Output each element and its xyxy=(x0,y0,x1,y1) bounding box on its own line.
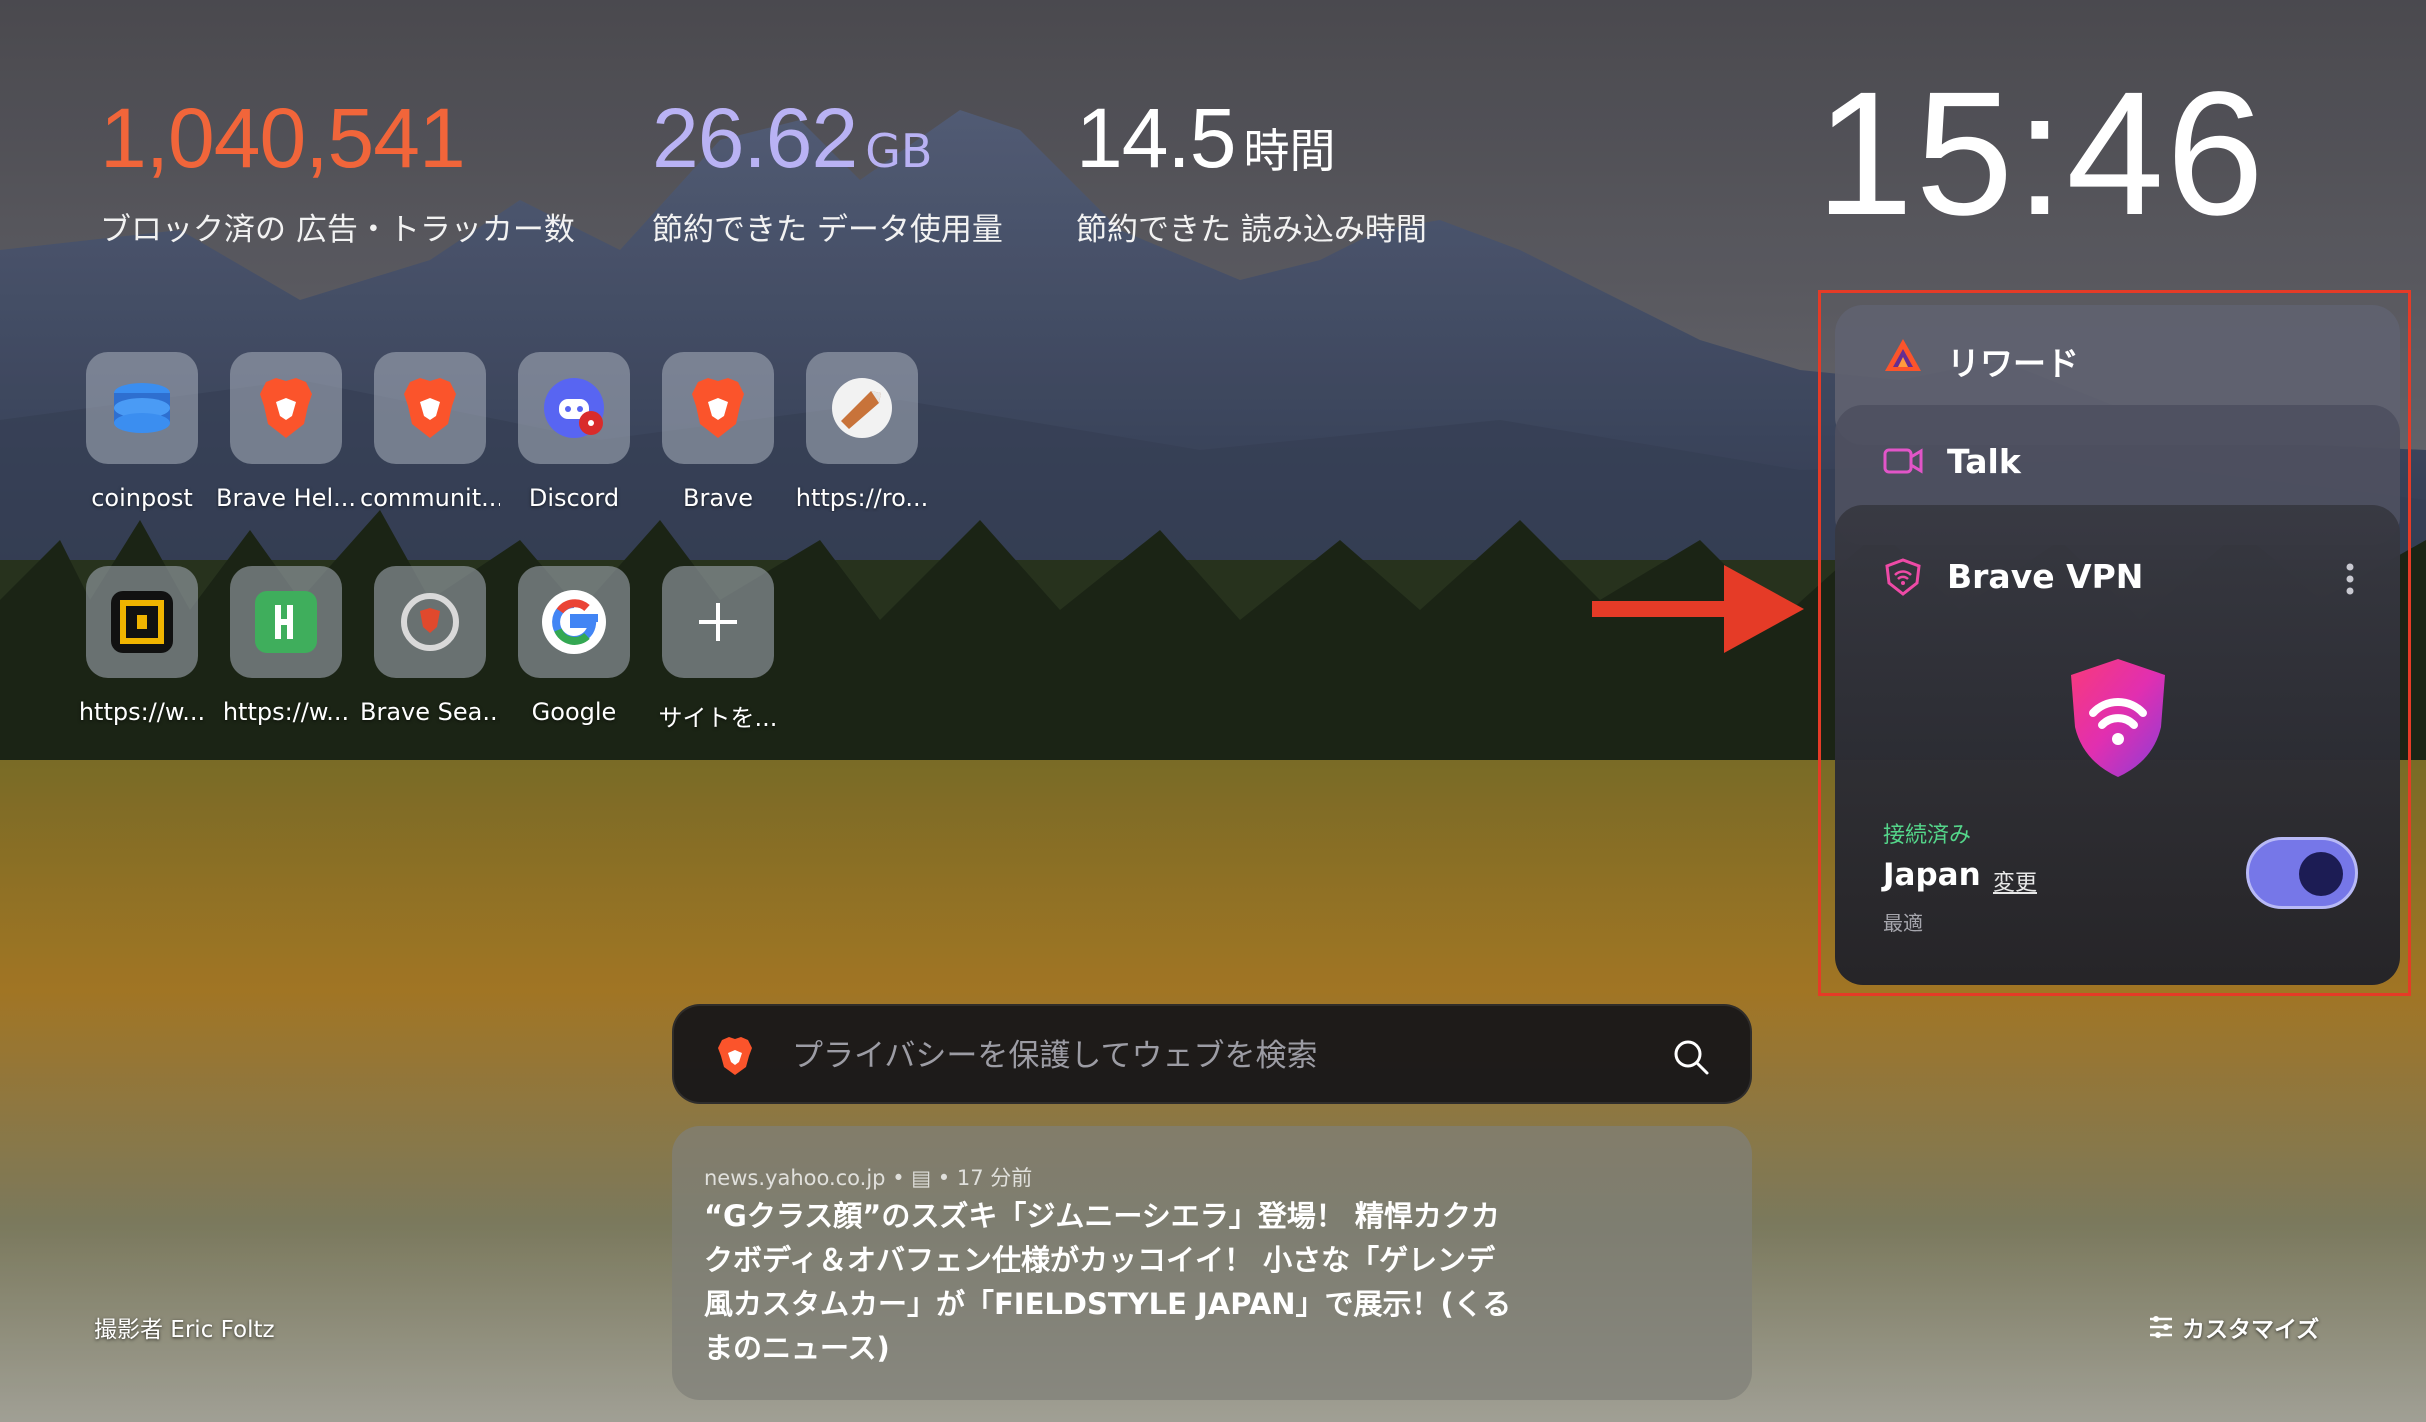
document-icon: ▤ xyxy=(911,1166,932,1190)
ads-blocked-count: 1,040,541 xyxy=(100,91,466,185)
annotation-highlight-box xyxy=(1818,290,2411,996)
coinpost-icon xyxy=(86,352,198,464)
separator-dot: • xyxy=(937,1166,957,1190)
top-site-label: https://w... xyxy=(222,698,350,726)
top-site-label: Google xyxy=(531,698,617,726)
brave-logo-icon xyxy=(718,1037,752,1075)
brave-lion-icon xyxy=(374,352,486,464)
brave-lion-icon xyxy=(662,352,774,464)
top-site-label: https://w... xyxy=(78,698,206,726)
time-saved-label: 節約できた 読み込み時間 xyxy=(1076,212,1427,248)
time-saved-unit: 時間 xyxy=(1243,124,1336,178)
rocket-icon xyxy=(806,352,918,464)
add-site-button[interactable]: サイトを... xyxy=(648,566,788,733)
search-input[interactable] xyxy=(792,1028,1612,1084)
plus-icon xyxy=(662,566,774,678)
top-site-tile[interactable]: Brave Sea... xyxy=(360,566,500,726)
top-site-label: Brave Hel... xyxy=(216,484,356,512)
customize-button[interactable]: カスタマイズ xyxy=(2148,1310,2319,1344)
top-site-label: Brave Sea... xyxy=(360,698,500,726)
data-saved-unit: GB xyxy=(865,124,933,178)
customize-label: カスタマイズ xyxy=(2182,1317,2320,1343)
top-site-tile[interactable]: https://w... xyxy=(216,566,356,726)
top-site-label: サイトを... xyxy=(658,704,778,732)
top-site-label: Discord xyxy=(528,484,620,512)
discord-icon xyxy=(518,352,630,464)
news-card[interactable]: news.yahoo.co.jp • ▤ • 17 分前 “Gクラス顔”のスズキ… xyxy=(672,1126,1752,1400)
grid-app-icon xyxy=(86,566,198,678)
data-saved-label: 節約できた データ使用量 xyxy=(652,212,1003,248)
search-icon[interactable] xyxy=(1672,1038,1710,1076)
photo-credit[interactable]: 撮影者 Eric Foltz xyxy=(94,1310,275,1344)
brave-search-icon xyxy=(374,566,486,678)
top-site-tile[interactable]: https://ro... xyxy=(792,352,932,512)
news-age: 17 分前 xyxy=(956,1166,1033,1190)
time-saved-stat: 14.5 時間 節約できた 読み込み時間 xyxy=(1076,90,1427,249)
ads-blocked-stat: 1,040,541 ブロック済の 広告・トラッカー数 xyxy=(100,90,575,249)
data-saved-value: 26.62 xyxy=(652,91,858,185)
top-site-label: Brave xyxy=(682,484,753,512)
top-site-tile[interactable]: Brave xyxy=(648,352,788,512)
news-meta: news.yahoo.co.jp • ▤ • 17 分前 xyxy=(704,1162,1032,1192)
top-site-label: coinpost xyxy=(91,484,193,512)
data-saved-stat: 26.62 GB 節約できた データ使用量 xyxy=(652,90,1003,249)
separator-dot: • xyxy=(892,1166,912,1190)
top-site-tile[interactable]: communit... xyxy=(360,352,500,512)
top-site-tile[interactable]: Brave Hel... xyxy=(216,352,356,512)
settings-sliders-icon xyxy=(2150,1316,2172,1338)
annotation-arrow-icon xyxy=(1592,565,1804,653)
green-app-icon xyxy=(230,566,342,678)
top-site-tile[interactable]: coinpost xyxy=(72,352,212,512)
top-site-tile[interactable]: Google xyxy=(504,566,644,726)
top-site-label: https://ro... xyxy=(795,484,929,512)
clock: 15:46 xyxy=(1815,56,2266,252)
google-icon xyxy=(518,566,630,678)
ads-blocked-label: ブロック済の 広告・トラッカー数 xyxy=(100,212,575,248)
brave-lion-icon xyxy=(230,352,342,464)
top-site-tile[interactable]: Discord xyxy=(504,352,644,512)
news-source: news.yahoo.co.jp xyxy=(704,1166,886,1190)
news-headline: “Gクラス顔”のスズキ「ジムニーシエラ」登場！ 精悍カクカクボディ＆オバフェン仕… xyxy=(704,1199,1512,1365)
time-saved-value: 14.5 xyxy=(1076,91,1236,185)
search-bar[interactable] xyxy=(672,1004,1752,1104)
top-site-label: communit... xyxy=(360,484,500,512)
top-site-tile[interactable]: https://w... xyxy=(72,566,212,726)
